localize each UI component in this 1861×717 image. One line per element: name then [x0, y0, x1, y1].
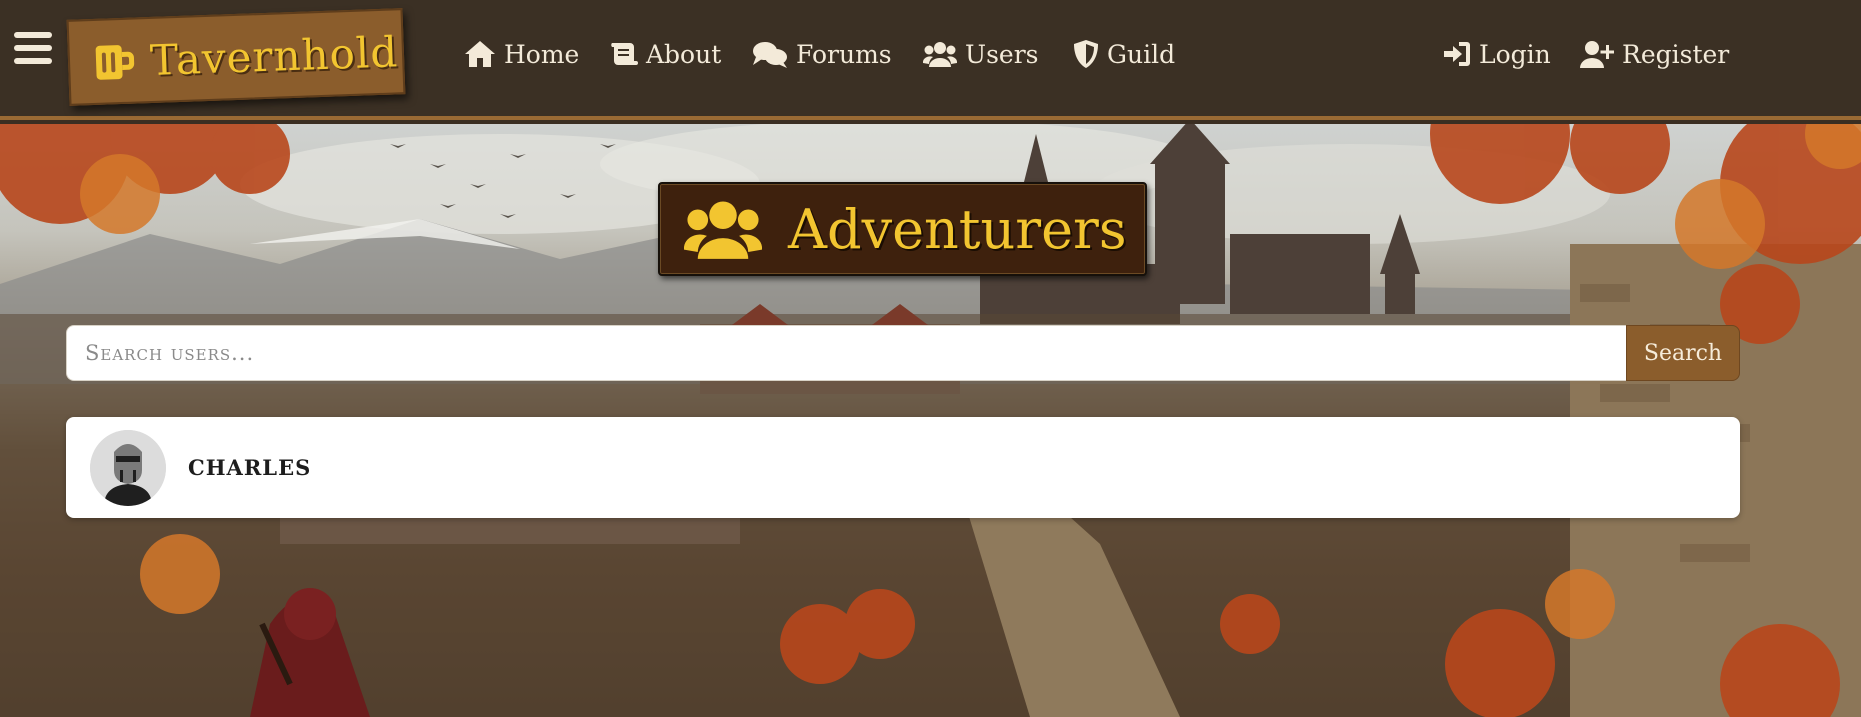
search-button[interactable]: Search	[1626, 325, 1740, 381]
home-icon	[465, 41, 495, 67]
login-label: Login	[1479, 39, 1551, 69]
users-icon	[923, 42, 957, 67]
login-link[interactable]: Login	[1443, 36, 1551, 72]
brand-name: Tavernhold	[149, 26, 399, 85]
top-navbar: Tavernhold Home About Forums Users Guild…	[0, 0, 1861, 120]
shield-icon	[1074, 40, 1098, 68]
login-icon	[1444, 42, 1470, 66]
nav-item-label: Guild	[1107, 39, 1176, 69]
nav-item-forums[interactable]: Forums	[752, 36, 892, 72]
search-input[interactable]	[66, 325, 1626, 381]
page-title-banner: Adventurers	[658, 182, 1147, 276]
hamburger-menu-icon[interactable]	[14, 32, 52, 68]
user-name: CHARLES	[188, 455, 312, 480]
users-icon	[684, 201, 762, 259]
user-list-item[interactable]: CHARLES	[66, 417, 1740, 518]
register-link[interactable]: Register	[1580, 36, 1729, 72]
user-plus-icon	[1580, 41, 1614, 68]
avatar	[90, 429, 166, 506]
comments-icon	[753, 42, 787, 68]
nav-item-label: Users	[965, 39, 1039, 69]
nav-item-label: Home	[504, 39, 580, 69]
nav-item-guild[interactable]: Guild	[1073, 36, 1175, 72]
nav-item-about[interactable]: About	[608, 36, 721, 72]
page-title: Adventurers	[788, 197, 1127, 261]
nav-item-label: Forums	[796, 39, 892, 69]
scroll-icon	[611, 43, 638, 65]
mug-icon	[95, 45, 135, 80]
knight-helmet-avatar-icon	[90, 429, 166, 506]
user-search-bar: Search	[66, 325, 1740, 381]
register-label: Register	[1622, 39, 1730, 69]
nav-item-users[interactable]: Users	[923, 36, 1038, 72]
brand-logo[interactable]: Tavernhold	[66, 8, 406, 106]
nav-item-label: About	[646, 39, 722, 69]
nav-item-home[interactable]: Home	[464, 36, 579, 72]
